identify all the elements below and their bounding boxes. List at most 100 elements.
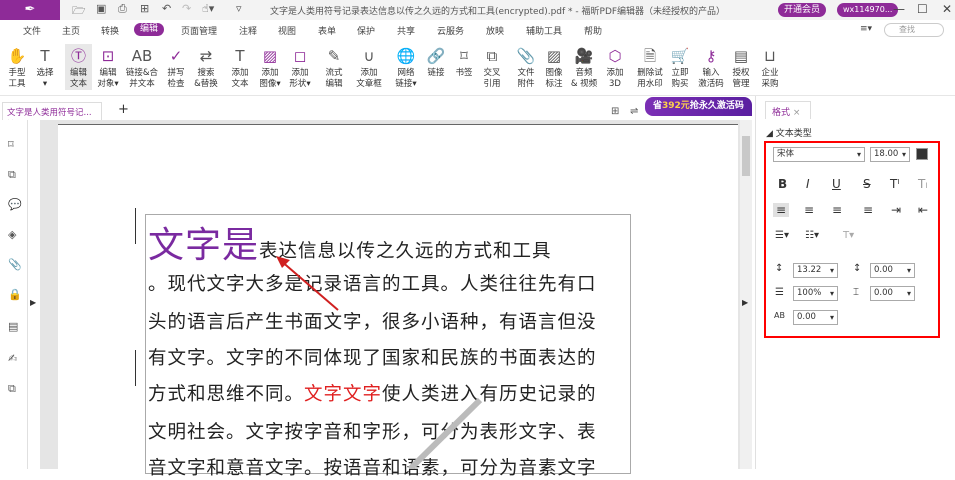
search-input[interactable]: 查找: [884, 23, 944, 37]
align-left-icon[interactable]: ≡: [773, 203, 790, 217]
close-format-tab-icon[interactable]: ×: [793, 108, 801, 118]
menu-edit[interactable]: 编辑: [134, 23, 165, 36]
search-replace-tool[interactable]: ⇄ 搜索 &替换: [192, 44, 220, 90]
justify-icon[interactable]: ≡: [863, 203, 873, 217]
compare-panel-icon[interactable]: ⧉: [8, 382, 16, 396]
license-tool[interactable]: ▤ 授权 管理: [729, 44, 753, 90]
menu-share[interactable]: 共享: [397, 24, 415, 37]
superscript-icon[interactable]: Tˡ: [890, 177, 899, 191]
menu-home[interactable]: 主页: [62, 24, 80, 37]
select-tool[interactable]: T 选择 ▾: [33, 44, 57, 90]
flow-edit-tool[interactable]: ✎ 流式 编辑: [322, 44, 346, 90]
align-right-icon[interactable]: ≡: [832, 203, 842, 217]
spellcheck-tool[interactable]: ✓ 拼写 检查: [164, 44, 188, 90]
link-merge-tool[interactable]: AB 链接&合 并文本: [124, 44, 160, 90]
paragraph-spacing-select[interactable]: 0.00: [870, 263, 915, 278]
web-link-tool[interactable]: 🌐 网络 链接▾: [393, 44, 419, 90]
audio-video-tool[interactable]: 🎥 音频 & 视频: [570, 44, 598, 90]
close-icon[interactable]: ✕: [942, 2, 952, 16]
baseline-select[interactable]: 0.00: [870, 286, 915, 301]
outdent-icon[interactable]: ⇤: [918, 203, 928, 217]
char-spacing-select[interactable]: 0.00: [793, 310, 838, 325]
bullet-list-icon[interactable]: ☰▾: [775, 230, 789, 241]
hand-tool[interactable]: ✋ 手型 工具: [5, 44, 29, 90]
activation-tool[interactable]: ⚷ 输入 激活码: [697, 44, 725, 90]
menu-form[interactable]: 表单: [318, 24, 336, 37]
layers-panel-icon[interactable]: ◈: [8, 228, 16, 241]
add-shape-tool[interactable]: ◻ 添加 形状▾: [286, 44, 314, 90]
user-button[interactable]: wx114970...: [837, 3, 899, 17]
font-family-select[interactable]: 宋体: [773, 147, 865, 162]
promo-banner[interactable]: 省392元抢永久激活码: [645, 97, 752, 116]
redo-icon[interactable]: ↷: [182, 2, 191, 15]
scrollbar-thumb[interactable]: [742, 136, 750, 176]
menu-present[interactable]: 放映: [486, 24, 504, 37]
grid-view-icon[interactable]: ⊞: [611, 106, 619, 117]
numbered-list-icon[interactable]: ☷▾: [805, 230, 819, 241]
remove-watermark-tool[interactable]: 🗎 删除试 用水印: [636, 44, 664, 90]
expand-right-icon[interactable]: ▶: [742, 298, 748, 307]
menu-tools[interactable]: 辅助工具: [526, 24, 562, 37]
vip-button[interactable]: 开通会员: [778, 3, 827, 17]
link-tool[interactable]: 🔗 链接: [424, 44, 448, 79]
swap-icon[interactable]: ⇌: [630, 106, 638, 117]
open-icon[interactable]: 🗁: [72, 2, 86, 21]
bookmark-tool[interactable]: ⌑ 书签: [452, 44, 476, 79]
cross-ref-tool[interactable]: ⧉ 交叉 引用: [480, 44, 504, 90]
article-box-tool[interactable]: ∪ 添加 文章框: [354, 44, 384, 90]
enterprise-tool[interactable]: ⊔ 企业 采购: [758, 44, 782, 90]
line-spacing-select[interactable]: 13.22: [793, 263, 838, 278]
customize-icon[interactable]: ▿: [236, 2, 242, 15]
minimize-icon[interactable]: —: [893, 2, 905, 16]
add-text-tool[interactable]: T 添加 文本: [228, 44, 252, 90]
undo-icon[interactable]: ↶: [162, 2, 171, 15]
print-icon[interactable]: ⎙: [118, 2, 127, 16]
buy-tool[interactable]: 🛒 立即 购买: [668, 44, 692, 90]
menu-view[interactable]: 视图: [278, 24, 296, 37]
hand-dropdown-icon[interactable]: ☝▾: [202, 2, 214, 15]
bookmark-panel-icon[interactable]: ⌑: [8, 138, 14, 151]
menu-cloud[interactable]: 云服务: [437, 24, 464, 37]
text-direction-icon[interactable]: T▾: [843, 230, 854, 241]
layout-dropdown-icon[interactable]: ≡▾: [860, 24, 872, 34]
hand-icon: ✋: [7, 47, 27, 65]
italic-icon[interactable]: I: [806, 177, 810, 191]
comments-panel-icon[interactable]: 💬: [8, 198, 22, 211]
menu-file[interactable]: 文件: [23, 24, 41, 37]
align-center-icon[interactable]: ≡: [804, 203, 814, 217]
add-3d-tool[interactable]: ⬡ 添加 3D: [603, 44, 627, 90]
security-panel-icon[interactable]: 🔒: [8, 288, 22, 301]
attachment-tool[interactable]: 📎 文件 附件: [514, 44, 538, 90]
format-tab[interactable]: 格式 ×: [765, 101, 811, 119]
indent-icon[interactable]: ⇥: [891, 203, 901, 217]
text-type-section[interactable]: ◢ 文本类型: [766, 126, 812, 139]
maximize-icon[interactable]: ☐: [917, 2, 928, 16]
menu-comment[interactable]: 注释: [239, 24, 257, 37]
image-annot-tool[interactable]: ▨ 图像 标注: [542, 44, 566, 90]
attachments-panel-icon[interactable]: 📎: [8, 258, 22, 271]
content-panel-icon[interactable]: ▤: [8, 320, 18, 333]
font-size-select[interactable]: 18.00: [870, 147, 910, 162]
menu-page[interactable]: 页面管理: [181, 24, 217, 37]
bag-icon: ⊔: [764, 47, 776, 65]
strikethrough-icon[interactable]: S: [863, 177, 871, 191]
menu-protect[interactable]: 保护: [357, 24, 375, 37]
menu-convert[interactable]: 转换: [101, 24, 119, 37]
save-icon[interactable]: ▣: [96, 2, 106, 15]
scale-select[interactable]: 100%: [793, 286, 838, 301]
underline-icon[interactable]: U: [832, 177, 841, 191]
new-icon[interactable]: ⊞: [140, 2, 149, 15]
add-image-tool[interactable]: ▨ 添加 图像▾: [256, 44, 284, 90]
signature-panel-icon[interactable]: ✍: [8, 352, 17, 365]
pages-panel-icon[interactable]: ⧉: [8, 168, 16, 182]
document-tab[interactable]: 文字是人类用符号记... ×: [2, 102, 102, 128]
new-tab-icon[interactable]: +: [118, 102, 129, 117]
subscript-icon[interactable]: Tₗ: [918, 177, 927, 191]
menu-help[interactable]: 帮助: [584, 24, 602, 37]
edit-object-tool[interactable]: ⊡ 编辑 对象▾: [94, 44, 122, 90]
bold-icon[interactable]: B: [778, 177, 787, 191]
key-icon: ⚷: [705, 47, 717, 65]
expand-left-icon[interactable]: ▶: [30, 298, 36, 307]
font-color-swatch[interactable]: [916, 148, 928, 160]
edit-text-tool[interactable]: Ⓣ 编辑 文本: [65, 44, 92, 90]
